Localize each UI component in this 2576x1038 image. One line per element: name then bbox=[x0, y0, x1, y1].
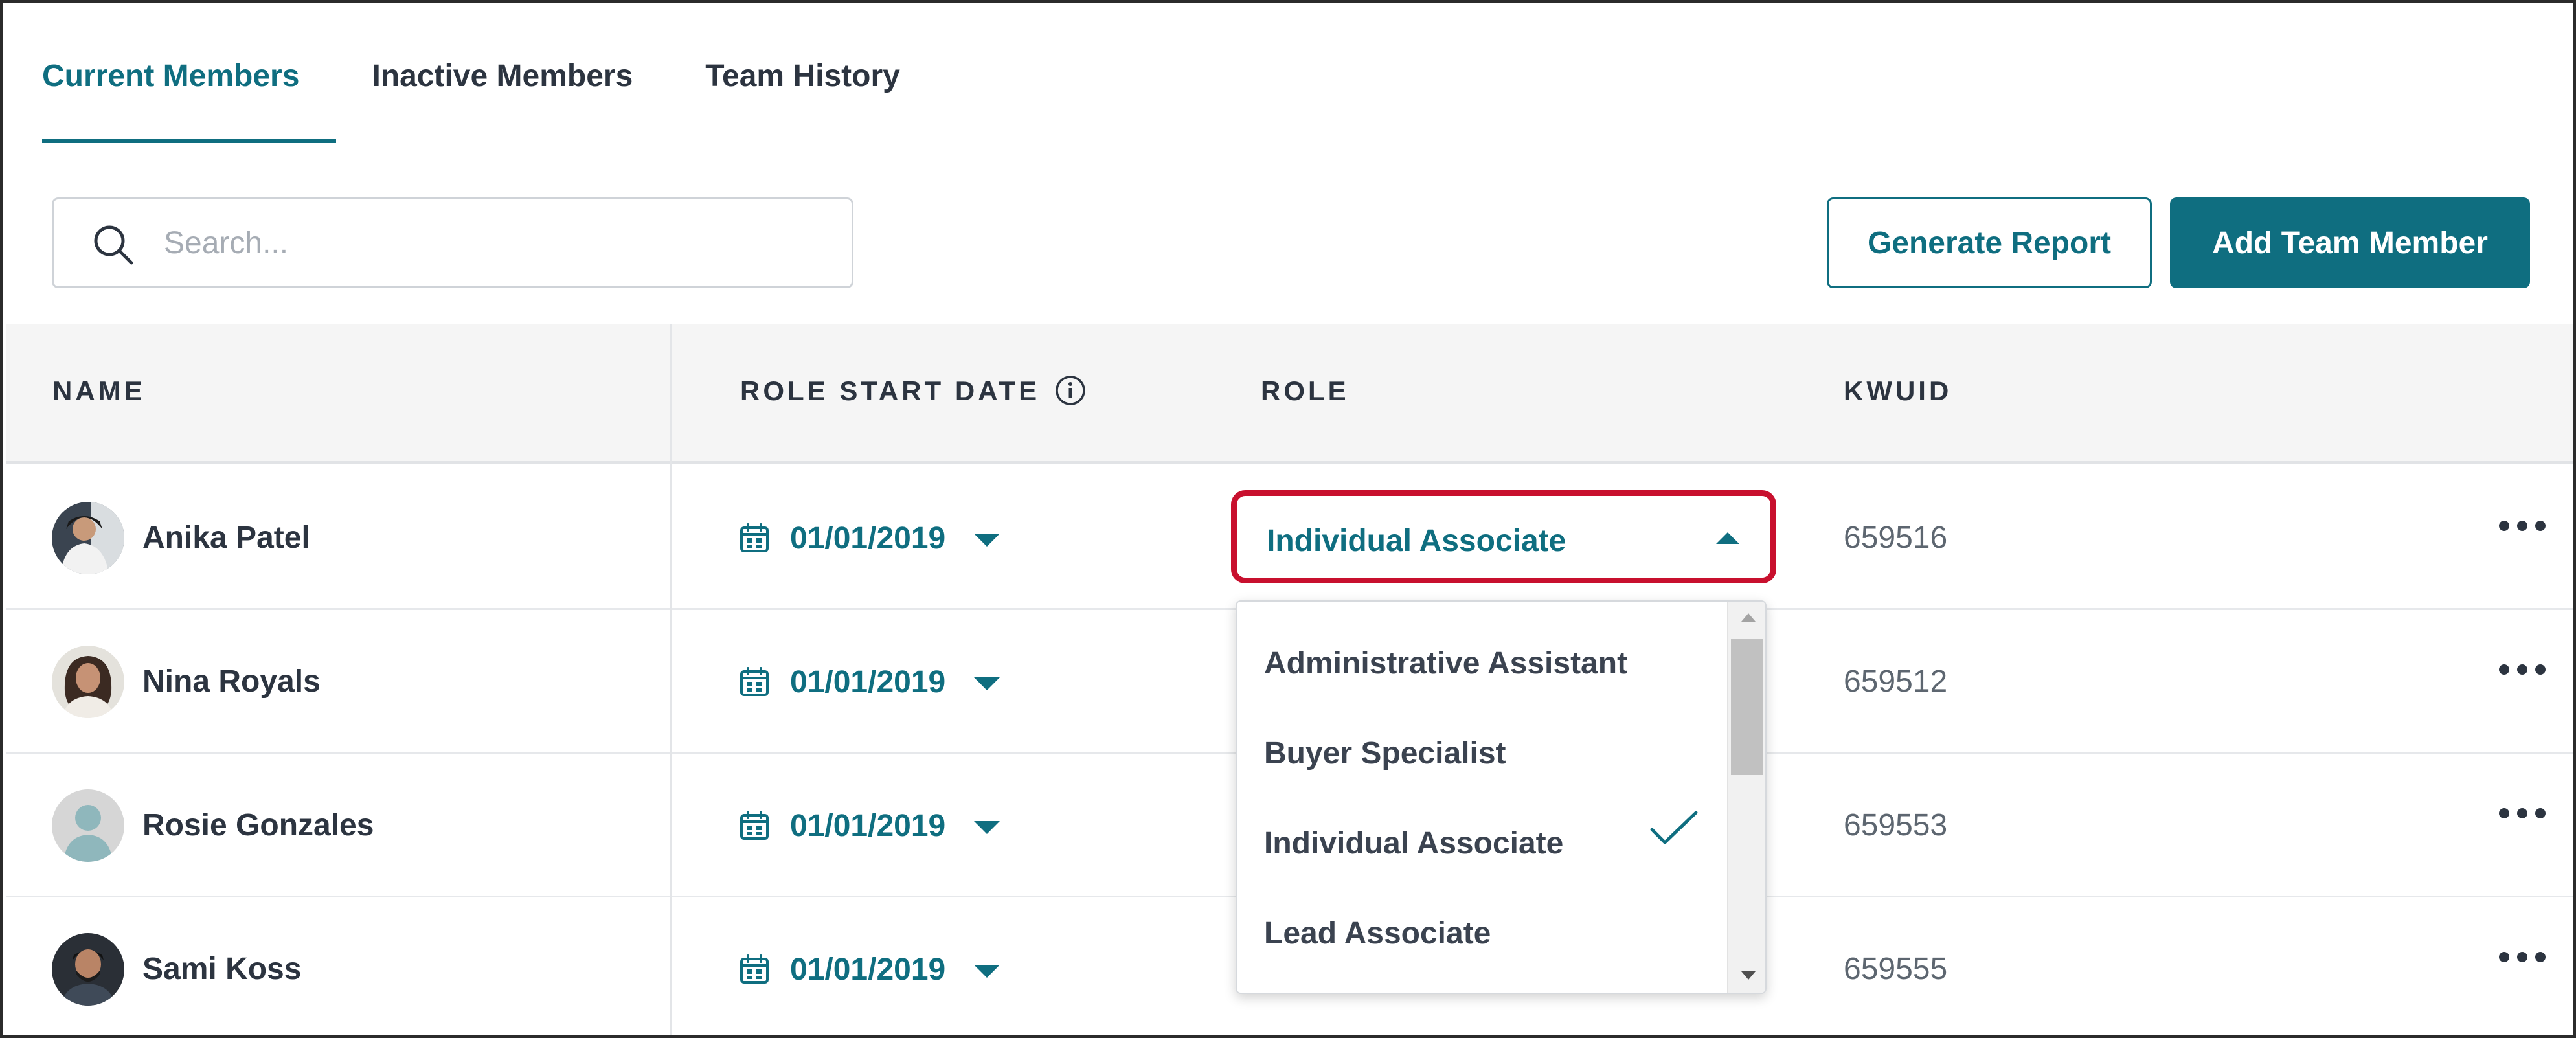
calendar-icon bbox=[740, 811, 769, 840]
avatar bbox=[52, 502, 124, 574]
avatar bbox=[52, 789, 124, 862]
role-option-administrative-assistant[interactable]: Administrative Assistant bbox=[1264, 646, 1627, 681]
scrollbar-thumb[interactable] bbox=[1731, 639, 1763, 775]
calendar-icon bbox=[740, 523, 769, 552]
role-option-individual-associate[interactable]: Individual Associate bbox=[1264, 826, 1563, 861]
kwuid-value: 659512 bbox=[1844, 664, 1948, 699]
info-icon[interactable] bbox=[1054, 374, 1087, 407]
search-icon bbox=[94, 225, 133, 265]
role-start-date: 01/01/2019 bbox=[790, 808, 946, 843]
role-dropdown-menu: Administrative Assistant Buyer Specialis… bbox=[1236, 600, 1767, 994]
column-header-role[interactable]: ROLE bbox=[1261, 376, 1350, 407]
more-options-icon[interactable] bbox=[2496, 657, 2548, 683]
role-select[interactable]: Individual Associate bbox=[1231, 490, 1776, 583]
kwuid-value: 659516 bbox=[1844, 521, 1948, 555]
chevron-down-icon bbox=[974, 965, 1000, 978]
tab-team-history[interactable]: Team History bbox=[705, 42, 900, 146]
team-members-panel: Current Members Inactive Members Team Hi… bbox=[0, 0, 2576, 1038]
calendar-icon bbox=[740, 954, 769, 984]
column-header-role-start-date[interactable]: ROLE START DATE bbox=[740, 376, 1087, 407]
member-name[interactable]: Sami Koss bbox=[142, 951, 301, 987]
scroll-down-arrow-icon[interactable] bbox=[1741, 971, 1756, 980]
tab-current-members[interactable]: Current Members bbox=[42, 42, 299, 146]
kwuid-value: 659555 bbox=[1844, 952, 1948, 986]
role-option-buyer-specialist[interactable]: Buyer Specialist bbox=[1264, 736, 1506, 771]
search-box bbox=[52, 197, 853, 288]
kwuid-value: 659553 bbox=[1844, 808, 1948, 842]
role-start-date: 01/01/2019 bbox=[790, 521, 946, 556]
member-name[interactable]: Nina Royals bbox=[142, 664, 321, 699]
role-start-date-picker[interactable]: 01/01/2019 bbox=[738, 660, 1000, 703]
role-start-date-picker[interactable]: 01/01/2019 bbox=[738, 948, 1000, 991]
column-header-role-start-date-label: ROLE START DATE bbox=[740, 376, 1041, 406]
role-start-date-picker[interactable]: 01/01/2019 bbox=[738, 517, 1000, 559]
role-select-value: Individual Associate bbox=[1267, 524, 1566, 558]
calendar-icon bbox=[740, 667, 769, 696]
role-start-date: 01/01/2019 bbox=[790, 664, 946, 699]
tab-inactive-members[interactable]: Inactive Members bbox=[372, 42, 633, 146]
dropdown-scrollbar[interactable] bbox=[1727, 602, 1765, 993]
tab-bar: Current Members Inactive Members Team Hi… bbox=[42, 42, 973, 146]
avatar bbox=[52, 933, 124, 1006]
column-header-name[interactable]: NAME bbox=[52, 376, 146, 407]
member-name[interactable]: Anika Patel bbox=[142, 520, 310, 556]
generate-report-button[interactable]: Generate Report bbox=[1827, 197, 2152, 288]
chevron-down-icon bbox=[974, 821, 1000, 834]
table-header: NAME ROLE START DATE ROLE KWUID bbox=[6, 324, 2573, 464]
role-start-date: 01/01/2019 bbox=[790, 952, 946, 987]
more-options-icon[interactable] bbox=[2496, 944, 2548, 970]
chevron-up-icon bbox=[1716, 532, 1739, 544]
column-header-kwuid[interactable]: KWUID bbox=[1844, 376, 1952, 407]
more-options-icon[interactable] bbox=[2496, 513, 2548, 539]
search-input[interactable] bbox=[164, 199, 837, 286]
avatar bbox=[52, 646, 124, 718]
role-start-date-picker[interactable]: 01/01/2019 bbox=[738, 804, 1000, 847]
column-divider bbox=[670, 324, 672, 1035]
member-name[interactable]: Rosie Gonzales bbox=[142, 807, 374, 843]
chevron-down-icon bbox=[974, 534, 1000, 547]
chevron-down-icon bbox=[974, 677, 1000, 690]
scroll-up-arrow-icon[interactable] bbox=[1741, 613, 1756, 622]
more-options-icon[interactable] bbox=[2496, 800, 2548, 826]
add-team-member-button[interactable]: Add Team Member bbox=[2170, 197, 2530, 288]
role-option-lead-associate[interactable]: Lead Associate bbox=[1264, 916, 1491, 951]
active-tab-indicator bbox=[42, 139, 336, 143]
checkmark-icon bbox=[1650, 811, 1698, 844]
